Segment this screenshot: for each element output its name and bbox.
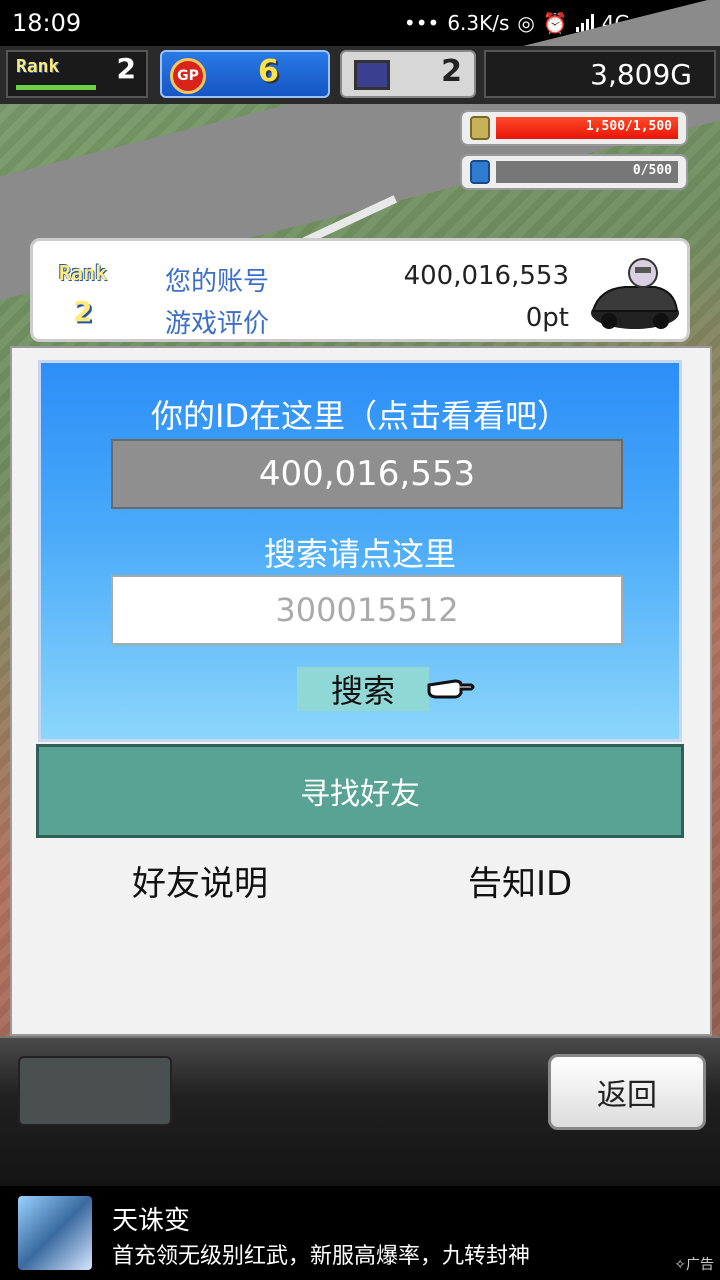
account-label: 您的账号: [165, 267, 270, 297]
car-avatar-icon: [591, 258, 679, 329]
alarm-icon: ⏰: [542, 11, 568, 35]
pc-value: 2: [441, 54, 462, 89]
account-value: 400,016,553: [403, 261, 569, 291]
hotspot-icon: ◎: [517, 11, 535, 35]
back-button[interactable]: 返回: [548, 1054, 706, 1130]
pc-indicator[interactable]: 2: [340, 50, 476, 98]
gp-icon: GP: [170, 58, 206, 94]
status-time: 18:09: [12, 9, 82, 37]
top-hud: Rank 2 GP 6 2 3,809G: [0, 46, 720, 104]
gold-bar-text: 1,500/1,500: [585, 119, 672, 134]
money-display: 3,809G: [484, 50, 716, 98]
pointing-hand-icon: [427, 679, 475, 699]
id-panel-title: 你的ID在这里（点击看看吧）: [150, 397, 570, 435]
rank-value: 2: [116, 52, 136, 85]
computer-icon: [354, 60, 390, 90]
find-friend-button[interactable]: 寻找好友: [36, 744, 684, 838]
water-bar-text: 0/500: [632, 163, 672, 178]
rating-value: 0pt: [525, 303, 569, 333]
card-rank-label: Rank: [59, 261, 108, 285]
rating-label: 游戏评价: [165, 309, 270, 339]
net-speed: 6.3K/s: [447, 11, 510, 35]
search-id-input[interactable]: [111, 575, 623, 645]
water-bottle-icon: [470, 160, 490, 184]
my-id-display[interactable]: 400,016,553: [111, 439, 623, 509]
water-bar-track: 0/500: [496, 161, 678, 183]
rank-progress-bar: [16, 85, 96, 90]
ad-tag: ✧广告: [674, 1257, 714, 1273]
gp-indicator[interactable]: GP 6: [160, 50, 330, 98]
ad-close-icon[interactable]: ✧: [674, 1257, 686, 1273]
card-rank-value: 2: [73, 295, 93, 328]
gold-resource-bar: 1,500/1,500: [460, 110, 688, 146]
bottom-bar: 返回: [0, 1036, 720, 1186]
rank-indicator[interactable]: Rank 2: [6, 50, 148, 98]
coin-stack-icon: [470, 116, 490, 140]
water-resource-bar: 0/500: [460, 154, 688, 190]
friend-help-link[interactable]: 好友说明: [132, 856, 268, 905]
share-id-link[interactable]: 告知ID: [468, 856, 572, 905]
status-dots: •••: [403, 11, 440, 35]
rank-label: Rank: [16, 56, 60, 77]
ad-thumbnail[interactable]: [18, 1196, 92, 1270]
ad-description[interactable]: 首充领无级别红武，新服高爆率，九转封神: [112, 1238, 530, 1270]
ad-banner[interactable]: 天诛变 首充领无级别红武，新服高爆率，九转封神 ✧广告: [0, 1186, 720, 1280]
search-button[interactable]: 搜索: [297, 667, 429, 711]
id-panel: 你的ID在这里（点击看看吧） 400,016,553 搜索请点这里 搜索: [38, 360, 682, 742]
empty-slot: [18, 1056, 172, 1126]
search-title: 搜索请点这里: [263, 535, 456, 573]
ad-title[interactable]: 天诛变: [112, 1200, 190, 1237]
gp-value: 6: [258, 54, 279, 89]
gold-bar-track: 1,500/1,500: [496, 117, 678, 139]
account-info-card: Rank 2 您的账号 400,016,553 游戏评价 0pt: [30, 238, 690, 342]
